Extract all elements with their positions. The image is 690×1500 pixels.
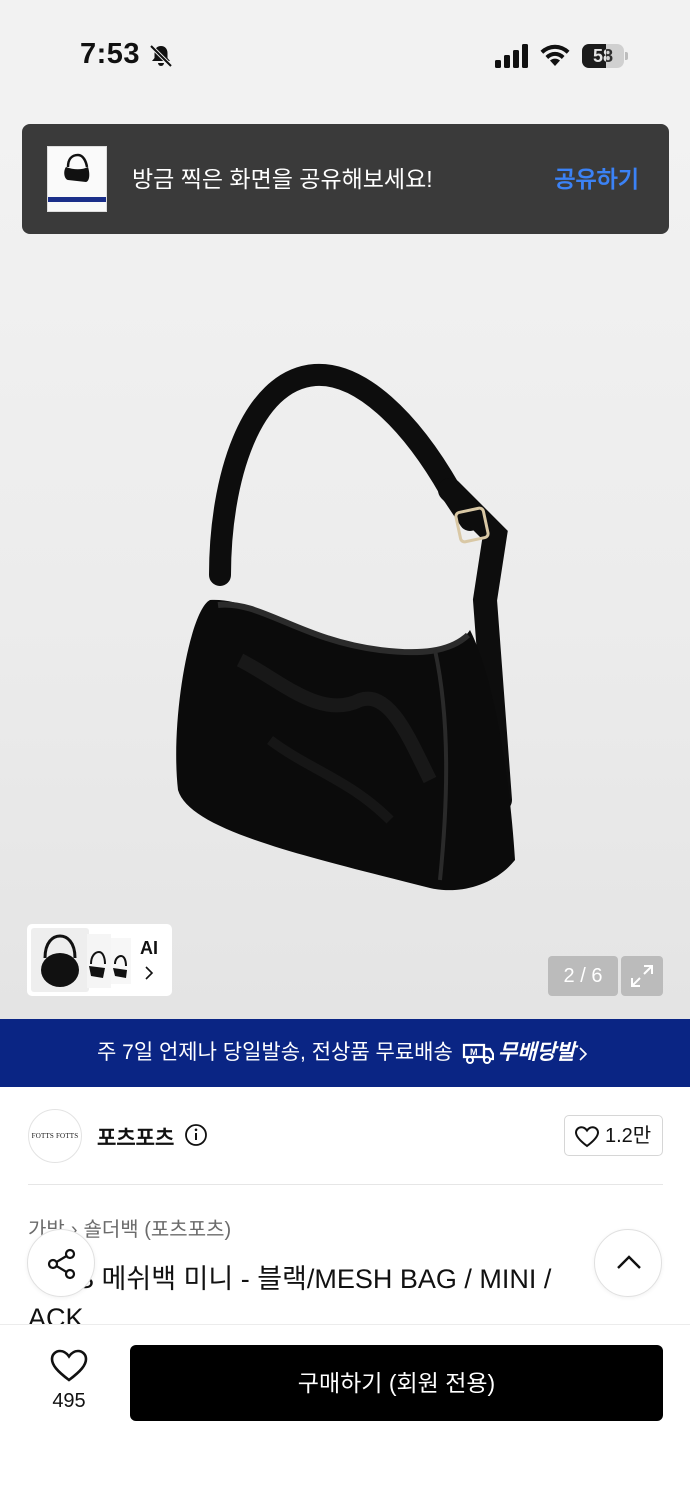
shipping-banner[interactable]: 주 7일 언제나 당일발송, 전상품 무료배송 M 무배당발 [0,1019,690,1087]
buy-button[interactable]: 구매하기 (회원 전용) [130,1345,663,1421]
image-page-counter: 2 / 6 [548,956,618,996]
product-title-line-2: ACK [28,1303,84,1324]
chevron-up-icon [617,1255,641,1269]
ai-label: AI [140,938,158,958]
scroll-to-top-button[interactable] [594,1229,662,1297]
status-time: 7:53 [80,38,141,70]
product-title-line-1: S 메쉬백 미니 - 블랙/MESH BAG / MINI / [76,1264,552,1294]
toast-message: 방금 찍은 화면을 공유해보세요! [132,166,433,192]
breadcrumb-item[interactable]: 숄더백 (포츠포츠) [83,1219,231,1241]
product-thumbnails [31,928,131,992]
brand-logo[interactable]: FOTTS FOTTS [28,1109,82,1163]
shipping-banner-text: 주 7일 언제나 당일발송, 전상품 무료배송 [97,1041,453,1064]
signal-icon [495,44,528,68]
brand-name[interactable]: 포츠포츠 [97,1122,174,1152]
wishlist-heart-icon[interactable] [50,1349,88,1383]
heart-icon [575,1126,599,1148]
share-now-button[interactable]: 공유하기 [554,124,639,234]
divider [28,1184,663,1185]
bell-slash-icon [149,44,173,68]
brand-like-count: 1.2만 [605,1125,652,1147]
share-icon [47,1248,76,1280]
expand-icon [631,965,653,987]
wishlist-count: 495 [52,1390,86,1412]
share-button[interactable] [27,1229,95,1297]
brand-like-button[interactable]: 1.2만 [564,1115,663,1156]
ai-similar-products-card[interactable]: AI [27,924,172,996]
product-image-bag [176,363,515,891]
info-icon[interactable] [184,1123,208,1147]
expand-button[interactable] [621,956,663,996]
wifi-icon [540,44,570,66]
battery-icon: 58 [582,44,628,68]
screenshot-thumbnail [47,146,107,212]
status-bar: 7:53 58 [0,0,690,110]
chevron-right-icon [145,966,154,980]
share-toast: 방금 찍은 화면을 공유해보세요! 공유하기 [22,124,669,234]
delivery-truck-icon: M [462,1043,494,1064]
product-title: S 메쉬백 미니 - 블랙/MESH BAG / MINI / [28,1260,638,1299]
svg-text:M: M [470,1047,478,1057]
chevron-right-icon [579,1047,588,1061]
battery-level: 58 [592,46,614,66]
shipping-logo-text: 무배당발 [498,1041,576,1064]
